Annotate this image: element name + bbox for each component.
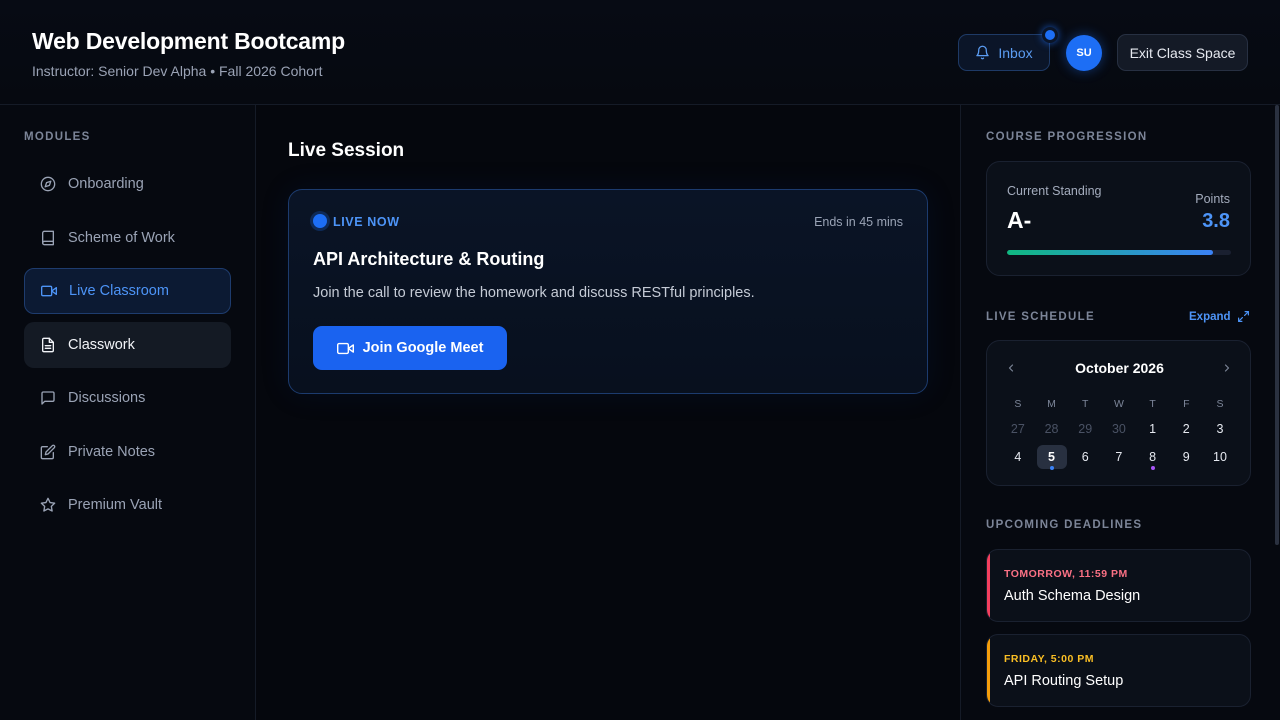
weekday-label: T xyxy=(1149,398,1156,410)
sidebar-item-classwork[interactable]: Classwork xyxy=(24,322,231,368)
live-status-label: LIVE NOW xyxy=(333,215,400,229)
session-ends-label: Ends in 45 mins xyxy=(814,215,903,229)
calendar-next-button[interactable] xyxy=(1217,358,1237,378)
deadline-accent-stripe xyxy=(987,550,990,621)
sidebar-item-onboarding[interactable]: Onboarding xyxy=(24,161,231,207)
book-icon xyxy=(40,230,56,246)
calendar-day[interactable]: 27 xyxy=(1001,415,1035,443)
live-session-card: LIVE NOW Ends in 45 mins API Architectur… xyxy=(288,189,928,394)
points-value: 3.8 xyxy=(1202,210,1230,232)
deadline-title: API Routing Setup xyxy=(1004,673,1124,689)
calendar-week-row: 27 28 29 30 1 2 3 xyxy=(1001,415,1237,443)
sidebar-item-label: Live Classroom xyxy=(69,283,169,299)
event-dot xyxy=(1049,466,1054,470)
deadline-time: FRIDAY, 5:00 PM xyxy=(1004,653,1094,665)
sidebar-item-premium-vault[interactable]: Premium Vault xyxy=(24,482,231,528)
bell-icon xyxy=(975,45,990,60)
weekday-label: W xyxy=(1113,398,1124,410)
expand-schedule-link[interactable]: Expand xyxy=(1189,310,1250,323)
day-number: 8 xyxy=(1149,450,1157,464)
calendar-day-with-event[interactable]: 8 xyxy=(1136,443,1170,471)
calendar-day-today[interactable]: 5 xyxy=(1035,443,1069,471)
calendar-widget: October 2026 S M T W T F S 27 28 29 30 1… xyxy=(986,340,1251,486)
star-icon xyxy=(40,497,56,513)
file-text-icon xyxy=(40,337,56,353)
deadline-card[interactable]: TOMORROW, 11:59 PM Auth Schema Design xyxy=(986,549,1251,622)
sidebar-item-discussions[interactable]: Discussions xyxy=(24,375,231,421)
weekday-label: S xyxy=(1014,398,1022,410)
event-dot xyxy=(1150,466,1155,470)
standing-grade: A- xyxy=(1007,207,1032,233)
avatar[interactable]: SU xyxy=(1066,35,1102,71)
calendar-day[interactable]: 4 xyxy=(1001,443,1035,471)
edit-icon xyxy=(40,444,56,460)
deadline-time: TOMORROW, 11:59 PM xyxy=(1004,568,1128,580)
calendar-month-label: October 2026 xyxy=(1075,360,1164,376)
sidebar-item-label: Discussions xyxy=(68,390,146,406)
sidebar-item-private-notes[interactable]: Private Notes xyxy=(24,429,231,475)
calendar-day[interactable]: 6 xyxy=(1068,443,1102,471)
calendar-day[interactable]: 3 xyxy=(1203,415,1237,443)
right-panel: COURSE PROGRESSION Current Standing A- P… xyxy=(960,105,1280,720)
top-header: Web Development Bootcamp Instructor: Sen… xyxy=(0,0,1280,105)
sidebar-item-scheme-of-work[interactable]: Scheme of Work xyxy=(24,215,231,261)
video-icon xyxy=(336,340,354,357)
calendar-day[interactable]: 9 xyxy=(1169,443,1203,471)
progress-bar-fill xyxy=(1007,250,1214,255)
weekday-label: S xyxy=(1216,398,1224,410)
video-icon xyxy=(41,283,57,299)
sidebar-item-live-classroom[interactable]: Live Classroom xyxy=(24,268,231,314)
calendar-day[interactable]: 10 xyxy=(1203,443,1237,471)
app-root: Web Development Bootcamp Instructor: Sen… xyxy=(0,0,1280,720)
join-google-meet-button[interactable]: Join Google Meet xyxy=(313,326,507,370)
inbox-label: Inbox xyxy=(998,44,1033,61)
page-title: Live Session xyxy=(288,140,405,161)
points-label: Points xyxy=(1195,192,1230,206)
deadline-title: Auth Schema Design xyxy=(1004,588,1141,604)
weekday-label: F xyxy=(1183,398,1190,410)
session-description: Join the call to review the homework and… xyxy=(313,285,755,301)
session-title: API Architecture & Routing xyxy=(313,249,545,269)
weekday-header-row: S M T W T F S xyxy=(1001,393,1237,415)
upcoming-deadlines-label: UPCOMING DEADLINES xyxy=(986,519,1143,531)
course-progression-label: COURSE PROGRESSION xyxy=(986,131,1148,143)
compass-icon xyxy=(40,176,56,192)
weekday-label: M xyxy=(1047,398,1056,410)
calendar-grid: S M T W T F S 27 28 29 30 1 2 3 4 5 6 7 … xyxy=(1001,393,1237,471)
exit-class-space-button[interactable]: Exit Class Space xyxy=(1117,34,1248,71)
expand-icon xyxy=(1237,310,1250,323)
message-icon xyxy=(40,390,56,406)
calendar-day[interactable]: 30 xyxy=(1102,415,1136,443)
sidebar-item-label: Premium Vault xyxy=(68,497,163,513)
modules-sidebar: MODULES Onboarding Scheme of Work Live C… xyxy=(0,105,256,720)
progression-card: Current Standing A- Points 3.8 xyxy=(986,161,1251,276)
sidebar-item-label: Onboarding xyxy=(68,176,144,192)
progress-bar xyxy=(1007,250,1231,255)
course-subtitle: Instructor: Senior Dev Alpha • Fall 2026… xyxy=(32,63,323,79)
scrollbar-thumb[interactable] xyxy=(1275,105,1279,545)
right-panel-scrollbar[interactable] xyxy=(1274,105,1280,720)
calendar-day[interactable]: 1 xyxy=(1136,415,1170,443)
calendar-day[interactable]: 29 xyxy=(1068,415,1102,443)
calendar-day[interactable]: 2 xyxy=(1169,415,1203,443)
notification-dot xyxy=(1042,27,1058,43)
sidebar-item-label: Scheme of Work xyxy=(68,230,175,246)
calendar-day[interactable]: 7 xyxy=(1102,443,1136,471)
sidebar-item-label: Private Notes xyxy=(68,444,156,460)
calendar-week-row: 4 5 6 7 8 9 10 xyxy=(1001,443,1237,471)
weekday-label: T xyxy=(1082,398,1089,410)
calendar-day[interactable]: 28 xyxy=(1035,415,1069,443)
live-schedule-label: LIVE SCHEDULE xyxy=(986,311,1095,323)
chevron-right-icon xyxy=(1221,362,1233,374)
live-indicator-dot xyxy=(313,214,327,228)
standing-label: Current Standing xyxy=(1007,184,1102,198)
modules-section-label: MODULES xyxy=(24,131,91,143)
sidebar-item-label: Classwork xyxy=(68,337,135,353)
deadline-card[interactable]: FRIDAY, 5:00 PM API Routing Setup xyxy=(986,634,1251,707)
inbox-button[interactable]: Inbox xyxy=(958,27,1058,71)
expand-label: Expand xyxy=(1189,310,1231,323)
join-button-label: Join Google Meet xyxy=(362,340,484,356)
course-title: Web Development Bootcamp xyxy=(32,28,345,54)
deadline-accent-stripe xyxy=(987,635,990,706)
